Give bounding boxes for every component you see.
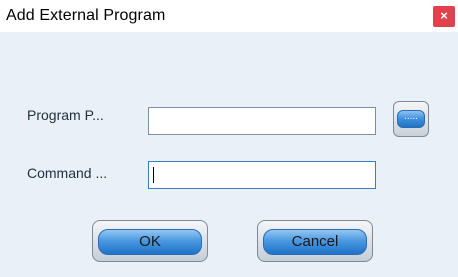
close-icon: × (440, 8, 448, 23)
command-input[interactable] (148, 161, 376, 189)
ok-button[interactable]: OK (92, 220, 208, 262)
cancel-button[interactable]: Cancel (257, 220, 373, 262)
text-caret (153, 167, 154, 183)
browse-button-face: ..... (397, 110, 425, 128)
close-button[interactable]: × (433, 6, 455, 27)
browse-button[interactable]: ..... (393, 101, 429, 137)
title-bar: Add External Program × (0, 0, 458, 32)
command-label: Command ... (27, 165, 108, 181)
dialog-title: Add External Program (6, 7, 166, 24)
ok-button-label: OK (98, 229, 202, 255)
program-path-input[interactable] (148, 107, 376, 135)
cancel-button-label: Cancel (263, 229, 367, 255)
dialog-body (0, 32, 458, 277)
add-external-program-dialog: Add External Program × Program P... ....… (0, 0, 458, 277)
program-path-label: Program P... (27, 107, 104, 123)
